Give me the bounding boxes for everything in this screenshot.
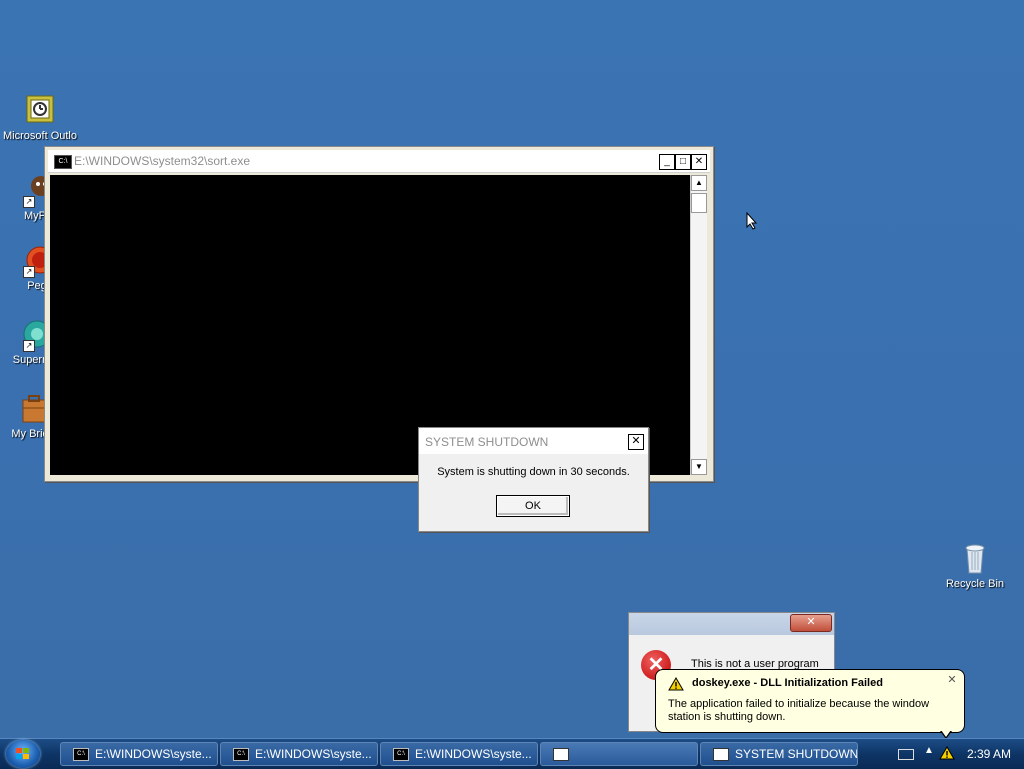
notification-balloon[interactable]: doskey.exe - DLL Initialization Failed ✕… (655, 669, 965, 739)
console-icon: C:\ (393, 748, 409, 762)
scroll-down-button[interactable]: ▼ (691, 459, 707, 475)
taskbar-item-system-shutdown[interactable]: SYSTEM SHUTDOWN (700, 742, 858, 766)
desktop-icon-label: Recycle Bin (945, 578, 1005, 590)
balloon-close-button[interactable]: ✕ (946, 674, 958, 686)
scroll-up-button[interactable]: ▲ (691, 175, 707, 191)
system-tray: ▲ 2:39 AM (890, 739, 1024, 769)
taskbar-item-label: SYSTEM SHUTDOWN (735, 747, 858, 761)
desktop-icon-recycle-bin[interactable]: Recycle Bin (935, 542, 1015, 591)
start-button[interactable] (6, 740, 40, 768)
dialog-title: SYSTEM SHUTDOWN (425, 435, 549, 449)
console-icon: C:\ (73, 748, 89, 762)
mouse-cursor-icon (746, 212, 758, 230)
warning-icon (668, 677, 684, 691)
error-titlebar[interactable]: ✕ (629, 613, 834, 635)
balloon-text: The application failed to initialize bec… (668, 698, 930, 723)
console-icon: C:\ (233, 748, 249, 762)
console-app-icon: C:\ (54, 155, 72, 169)
windows-logo-icon (16, 748, 29, 759)
error-close-button[interactable]: ✕ (790, 614, 832, 632)
balloon-title: doskey.exe - DLL Initialization Failed (692, 677, 883, 689)
taskbar-item-window[interactable] (540, 742, 698, 766)
ok-button[interactable]: OK (496, 495, 570, 517)
taskbar-item-label: E:\WINDOWS\syste... (415, 747, 532, 761)
desktop-icon-label: Microsoft Outlo (3, 130, 77, 142)
shutdown-message: System is shutting down in 30 seconds. (437, 466, 630, 478)
tray-warning-icon[interactable] (939, 746, 955, 760)
desktop: Microsoft Outlo ↗ MyPa ↗ Peg ↗ Superm My… (0, 0, 1024, 739)
balloon-tail-fill (941, 730, 951, 737)
window-icon (553, 748, 569, 762)
keyboard-icon[interactable] (898, 749, 914, 760)
dialog-close-button[interactable]: ✕ (628, 434, 644, 450)
close-button[interactable]: ✕ (691, 154, 707, 170)
briefcase-icon (13, 392, 47, 426)
window-icon (713, 748, 729, 762)
taskbar: C:\ E:\WINDOWS\syste... C:\ E:\WINDOWS\sys… (0, 738, 1024, 769)
tray-expand-arrow[interactable]: ▲ (924, 745, 934, 756)
taskbar-item-label: E:\WINDOWS\syste... (95, 747, 212, 761)
clock[interactable]: 2:39 AM (967, 747, 1011, 761)
taskbar-item-label: E:\WINDOWS\syste... (255, 747, 372, 761)
outlook-icon (23, 94, 57, 128)
console-title: E:\WINDOWS\system32\sort.exe (74, 154, 251, 168)
taskbar-item-console-3[interactable]: C:\ E:\WINDOWS\syste... (380, 742, 538, 766)
desktop-icon-outlook[interactable]: Microsoft Outlo (0, 94, 80, 143)
scroll-thumb[interactable] (691, 193, 707, 213)
dialog-titlebar[interactable]: SYSTEM SHUTDOWN ✕ (419, 428, 648, 454)
recycle-bin-icon (958, 542, 992, 576)
minimize-button[interactable]: _ (659, 154, 675, 170)
taskbar-item-console-2[interactable]: C:\ E:\WINDOWS\syste... (220, 742, 378, 766)
maximize-button[interactable]: □ (675, 154, 691, 170)
console-titlebar[interactable]: C:\ E:\WINDOWS\system32\sort.exe _ □ ✕ (48, 150, 710, 173)
system-shutdown-dialog[interactable]: SYSTEM SHUTDOWN ✕ System is shutting dow… (418, 427, 649, 532)
taskbar-item-console-1[interactable]: C:\ E:\WINDOWS\syste... (60, 742, 218, 766)
vertical-scrollbar[interactable]: ▲ ▼ (690, 175, 707, 475)
